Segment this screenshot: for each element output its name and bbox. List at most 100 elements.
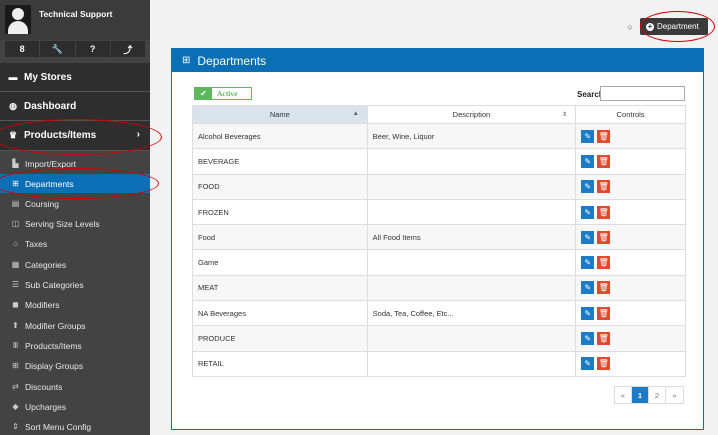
pagination-page-1[interactable]: 1 bbox=[632, 387, 649, 403]
pagination: « 1 2 » bbox=[614, 386, 684, 404]
trash-icon: 🗑 bbox=[598, 232, 609, 242]
sidebar-item-products-items-sub[interactable]: Ⅲ Products/Items bbox=[0, 336, 150, 355]
pencil-icon: ✎ bbox=[584, 232, 592, 242]
edit-button[interactable]: ✎ bbox=[581, 230, 595, 244]
sidebar-item-coursing[interactable]: ▤ Coursing bbox=[0, 194, 150, 213]
app-window: Technical Support 8 🔧 ? ⤴ ▬ My Stores ◍ … bbox=[0, 0, 718, 435]
pagination-next[interactable]: » bbox=[666, 387, 683, 403]
serving-size-icon: ◫ bbox=[11, 219, 20, 228]
table-icon: ⊞ bbox=[12, 179, 19, 188]
top-bar: ○ + Department bbox=[150, 0, 718, 44]
sidebar-item-sort-menu-config[interactable]: ⇕ Sort Menu Config bbox=[0, 417, 150, 435]
user-name: Technical Support bbox=[39, 9, 113, 19]
pencil-icon: ✎ bbox=[584, 258, 592, 268]
edit-button[interactable]: ✎ bbox=[581, 332, 595, 346]
delete-button[interactable]: 🗑 bbox=[597, 205, 611, 219]
sidebar-item-serving-size-levels[interactable]: ◫ Serving Size Levels bbox=[0, 214, 150, 233]
trash-icon: 🗑 bbox=[598, 334, 609, 344]
delete-button[interactable]: 🗑 bbox=[597, 332, 611, 346]
column-header-controls: Controls bbox=[575, 105, 686, 124]
cell-name: RETAIL bbox=[192, 350, 368, 377]
sidebar-item-taxes[interactable]: ⌂ Taxes bbox=[0, 234, 150, 253]
cell-description bbox=[366, 148, 577, 175]
add-department-button[interactable]: + Department bbox=[640, 18, 708, 35]
edit-button[interactable]: ✎ bbox=[581, 357, 595, 371]
sidebar-item-label: Departments bbox=[25, 178, 74, 189]
delete-button[interactable]: 🗑 bbox=[597, 281, 611, 295]
cell-controls: ✎ 🗑 bbox=[575, 274, 686, 302]
sidebar-item-modifiers[interactable]: ◼ Modifiers bbox=[0, 295, 150, 314]
column-header-description[interactable]: Description ⇕ bbox=[366, 105, 577, 124]
cell-controls: ✎ 🗑 bbox=[575, 249, 686, 276]
active-filter-toggle[interactable]: ✔ Active bbox=[194, 87, 252, 100]
edit-button[interactable]: ✎ bbox=[581, 205, 595, 219]
delete-button[interactable]: 🗑 bbox=[597, 230, 611, 244]
avatar[interactable] bbox=[5, 5, 31, 34]
sidebar-item-products-items[interactable]: ♛ Products/Items › bbox=[0, 121, 150, 151]
table-row: BEVERAGE ✎ 🗑 bbox=[192, 148, 686, 175]
sidebar-item-display-groups[interactable]: ⊞ Display Groups bbox=[0, 356, 150, 375]
table-row: Alcohol Beverages Beer, Wine, Liquor ✎ 🗑 bbox=[192, 122, 686, 150]
edit-button[interactable]: ✎ bbox=[581, 129, 595, 143]
help-quick-button[interactable]: ? bbox=[75, 41, 110, 57]
cell-controls: ✎ 🗑 bbox=[575, 173, 686, 200]
trash-icon: 🗑 bbox=[598, 308, 609, 318]
tools-quick-button[interactable]: 🔧 bbox=[40, 41, 75, 57]
edit-button[interactable]: ✎ bbox=[581, 180, 595, 194]
cell-controls: ✎ 🗑 bbox=[575, 198, 686, 226]
edit-button[interactable]: ✎ bbox=[581, 306, 595, 320]
search-icon[interactable]: ○ bbox=[623, 20, 637, 34]
categories-icon: ▦ bbox=[11, 260, 20, 269]
sidebar-item-my-stores[interactable]: ▬ My Stores bbox=[0, 63, 150, 92]
sidebar-item-label: Discounts bbox=[25, 381, 63, 392]
sidebar-item-label: Import/Export bbox=[25, 158, 77, 169]
delete-button[interactable]: 🗑 bbox=[597, 306, 611, 320]
sidebar-item-modifier-groups[interactable]: ⬆ Modifier Groups bbox=[0, 316, 150, 335]
list-icon: ☰ bbox=[11, 280, 20, 289]
delete-button[interactable]: 🗑 bbox=[597, 357, 611, 371]
panel-header: ⊞ Departments bbox=[172, 49, 703, 72]
tag-icon: ◆ bbox=[12, 402, 19, 411]
cell-description bbox=[366, 173, 577, 200]
search-input[interactable] bbox=[600, 86, 685, 101]
cell-description bbox=[366, 249, 577, 276]
pagination-prev[interactable]: « bbox=[615, 387, 632, 403]
cell-name: MEAT bbox=[192, 274, 368, 302]
edit-button[interactable]: ✎ bbox=[581, 281, 595, 295]
sidebar-item-import-export[interactable]: ▙ Import/Export bbox=[0, 154, 150, 173]
logout-quick-button[interactable]: ⤴ bbox=[110, 41, 145, 57]
sidebar-item-departments[interactable]: ⊞ Departments bbox=[0, 174, 150, 193]
user-panel: Technical Support bbox=[0, 0, 150, 40]
pencil-icon: ✎ bbox=[584, 156, 592, 166]
edit-button[interactable]: ✎ bbox=[581, 154, 595, 168]
edit-button[interactable]: ✎ bbox=[581, 256, 595, 270]
delete-button[interactable]: 🗑 bbox=[597, 256, 611, 270]
delete-button[interactable]: 🗑 bbox=[597, 180, 611, 194]
cell-controls: ✎ 🗑 bbox=[575, 122, 686, 150]
table-row: Game ✎ 🗑 bbox=[192, 249, 686, 276]
sidebar-item-dashboard[interactable]: ◍ Dashboard bbox=[0, 92, 150, 121]
add-department-label: Department bbox=[657, 22, 699, 31]
trash-icon: 🗑 bbox=[598, 182, 609, 192]
profile-quick-button[interactable]: 8 bbox=[5, 41, 40, 57]
table-row: MEAT ✎ 🗑 bbox=[192, 274, 686, 302]
pagination-page-2[interactable]: 2 bbox=[649, 387, 666, 403]
cell-name: FROZEN bbox=[192, 198, 368, 226]
cell-controls: ✎ 🗑 bbox=[575, 350, 686, 377]
sidebar-item-categories[interactable]: ▦ Categories bbox=[0, 255, 150, 274]
product-icon: Ⅲ bbox=[12, 341, 19, 350]
sidebar-item-discounts[interactable]: ⇄ Discounts bbox=[0, 377, 150, 396]
cell-description bbox=[366, 325, 577, 352]
chevron-right-icon: › bbox=[136, 129, 140, 140]
table-row: FOOD ✎ 🗑 bbox=[192, 173, 686, 200]
delete-button[interactable]: 🗑 bbox=[597, 154, 611, 168]
delete-button[interactable]: 🗑 bbox=[597, 129, 611, 143]
sidebar-item-sub-categories[interactable]: ☰ Sub Categories bbox=[0, 275, 150, 294]
departments-table: Name ▲ Description ⇕ Controls Alcohol Beve… bbox=[192, 105, 686, 377]
cell-description: Soda, Tea, Coffee, Etc... bbox=[366, 300, 577, 327]
sidebar-item-upcharges[interactable]: ◆ Upcharges bbox=[0, 397, 150, 416]
cell-name: FOOD bbox=[192, 173, 368, 200]
bank-icon: ⌂ bbox=[13, 239, 18, 248]
column-header-name[interactable]: Name ▲ bbox=[192, 105, 368, 124]
trash-icon: 🗑 bbox=[598, 283, 609, 293]
